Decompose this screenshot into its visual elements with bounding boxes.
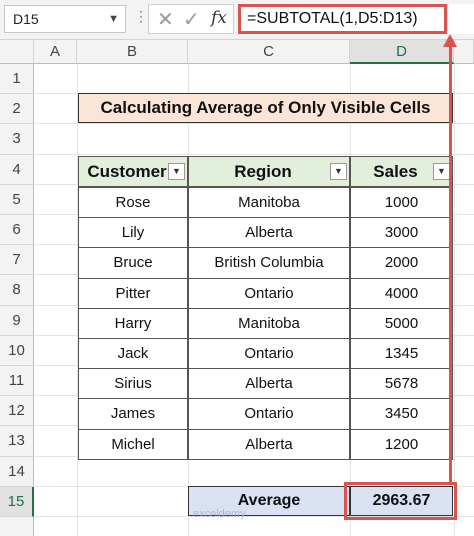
table-cell[interactable]: 1345 bbox=[350, 338, 453, 370]
table-cell[interactable]: Pitter bbox=[78, 277, 188, 309]
row-header-7[interactable]: 7 bbox=[0, 245, 34, 276]
table-header-label: Region bbox=[234, 162, 292, 181]
row-header-6[interactable]: 6 bbox=[0, 215, 34, 246]
watermark-logo: exceldemy bbox=[193, 508, 246, 520]
row-header-11[interactable]: 11 bbox=[0, 366, 34, 397]
row-header-9[interactable]: 9 bbox=[0, 305, 34, 336]
column-header-a[interactable]: A bbox=[34, 40, 77, 64]
row-header-1[interactable]: 1 bbox=[0, 64, 34, 95]
column-header-d[interactable]: D bbox=[350, 40, 454, 64]
table-cell[interactable]: Harry bbox=[78, 307, 188, 339]
table-header-customer: Customer ▼ bbox=[78, 156, 188, 187]
row-header-3[interactable]: 3 bbox=[0, 124, 34, 155]
table-cell[interactable]: 5678 bbox=[350, 368, 453, 400]
row-header-4[interactable]: 4 bbox=[0, 154, 34, 185]
filter-dropdown-icon[interactable]: ▼ bbox=[330, 163, 347, 180]
row-header-13[interactable]: 13 bbox=[0, 426, 34, 457]
insert-function-icon[interactable]: fx bbox=[211, 8, 227, 28]
filter-dropdown-icon[interactable]: ▼ bbox=[168, 163, 185, 180]
row-header-10[interactable]: 10 bbox=[0, 335, 34, 366]
gridline-col bbox=[454, 64, 455, 536]
table-header-sales: Sales ▼ bbox=[350, 156, 453, 187]
formula-bar-expand[interactable] bbox=[447, 4, 474, 34]
table-cell[interactable]: 3450 bbox=[350, 398, 453, 430]
enter-icon[interactable]: ✓ bbox=[183, 7, 200, 32]
column-header-c[interactable]: C bbox=[188, 40, 350, 64]
name-box-value: D15 bbox=[13, 11, 39, 27]
table-cell[interactable]: Bruce bbox=[78, 247, 188, 279]
table-cell[interactable]: 5000 bbox=[350, 307, 453, 339]
table-cell[interactable]: 2000 bbox=[350, 247, 453, 279]
more-options-icon[interactable]: ⋮ bbox=[134, 8, 148, 25]
table-cell[interactable]: Lily bbox=[78, 217, 188, 249]
table-cell[interactable]: 1000 bbox=[350, 187, 453, 219]
table-cell[interactable]: Manitoba bbox=[188, 307, 350, 339]
highlight-box bbox=[344, 482, 457, 520]
row-header-14[interactable]: 14 bbox=[0, 456, 34, 487]
formula-buttons: ✕ ✓ fx bbox=[148, 4, 234, 34]
formula-input[interactable]: =SUBTOTAL(1,D5:D13) bbox=[238, 4, 447, 34]
row-header-15[interactable]: 15 bbox=[0, 486, 34, 517]
table-cell[interactable]: James bbox=[78, 398, 188, 430]
table-cell[interactable]: Manitoba bbox=[188, 187, 350, 219]
table-header-label: Sales bbox=[373, 162, 418, 181]
table-cell[interactable]: Alberta bbox=[188, 428, 350, 460]
table-cell[interactable]: Ontario bbox=[188, 277, 350, 309]
row-header-5[interactable]: 5 bbox=[0, 184, 34, 215]
table-cell[interactable]: Michel bbox=[78, 428, 188, 460]
annotation-arrow-head bbox=[443, 34, 457, 47]
row-header-12[interactable]: 12 bbox=[0, 396, 34, 427]
filter-dropdown-icon[interactable]: ▼ bbox=[433, 163, 450, 180]
table-cell[interactable]: 1200 bbox=[350, 428, 453, 460]
table-header-region: Region ▼ bbox=[188, 156, 350, 187]
row-header-2[interactable]: 2 bbox=[0, 94, 34, 125]
column-header-b[interactable]: B bbox=[77, 40, 188, 64]
row-header-8[interactable]: 8 bbox=[0, 275, 34, 306]
name-box[interactable]: D15 ▼ bbox=[4, 5, 126, 33]
table-cell[interactable]: Ontario bbox=[188, 338, 350, 370]
sheet-title: Calculating Average of Only Visible Cell… bbox=[78, 93, 453, 123]
table-cell[interactable]: British Columbia bbox=[188, 247, 350, 279]
cancel-icon[interactable]: ✕ bbox=[157, 7, 174, 32]
annotation-arrow-line bbox=[449, 46, 452, 484]
table-cell[interactable]: Alberta bbox=[188, 368, 350, 400]
chevron-down-icon[interactable]: ▼ bbox=[108, 6, 119, 32]
table-cell[interactable]: Rose bbox=[78, 187, 188, 219]
column-header-next[interactable] bbox=[454, 40, 474, 64]
gridline-row bbox=[35, 153, 474, 155]
gridline-row bbox=[35, 123, 474, 125]
table-cell[interactable]: Ontario bbox=[188, 398, 350, 430]
table-cell[interactable]: Jack bbox=[78, 338, 188, 370]
row-header-next[interactable] bbox=[0, 517, 34, 536]
table-cell[interactable]: 3000 bbox=[350, 217, 453, 249]
select-all-corner[interactable] bbox=[0, 40, 34, 64]
table-cell[interactable]: Sirius bbox=[78, 368, 188, 400]
table-header-label: Customer bbox=[87, 162, 167, 181]
formula-bar: D15 ▼ ⋮ ✕ ✓ fx =SUBTOTAL(1,D5:D13) bbox=[0, 0, 474, 40]
table-cell[interactable]: 4000 bbox=[350, 277, 453, 309]
table-cell[interactable]: Alberta bbox=[188, 217, 350, 249]
